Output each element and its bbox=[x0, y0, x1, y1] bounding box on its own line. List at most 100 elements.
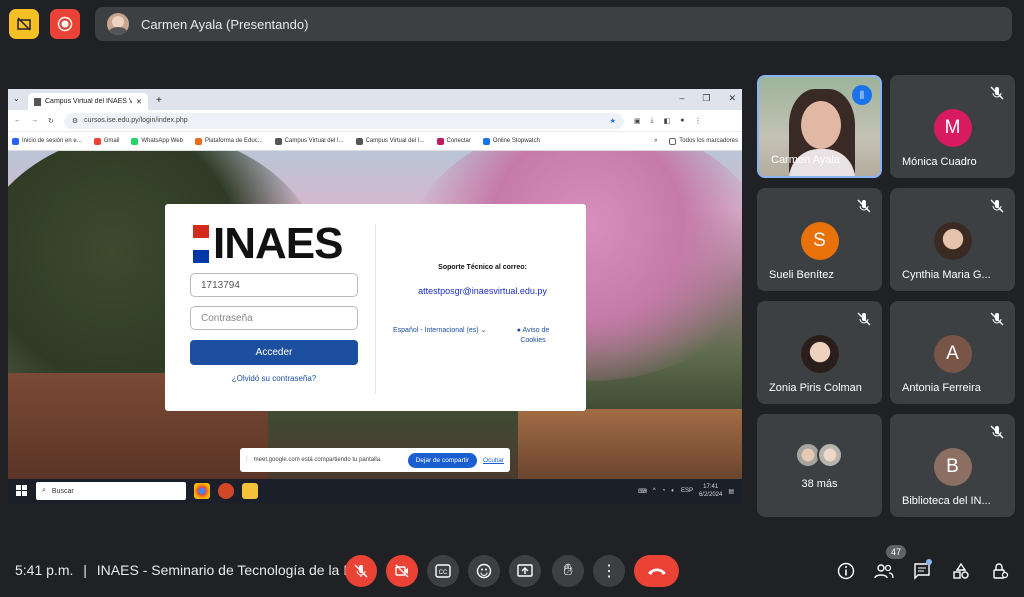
participant-tile[interactable]: A Antonia Ferreira bbox=[890, 301, 1015, 404]
more-vert-icon: ⋮ bbox=[601, 563, 617, 580]
minimize-icon[interactable]: – bbox=[679, 93, 684, 104]
reactions-button[interactable] bbox=[468, 555, 500, 587]
bookmark-item[interactable]: Conectar bbox=[436, 137, 471, 145]
participant-tile[interactable]: S Sueli Benítez bbox=[757, 188, 882, 291]
mic-off-icon bbox=[990, 199, 1004, 213]
volume-icon[interactable]: 🔈︎ bbox=[671, 488, 675, 495]
language-select[interactable]: Español - Internacional (es) ⌄ bbox=[393, 326, 486, 334]
bookmark-item[interactable]: Inicio de sesión en e... bbox=[12, 137, 82, 145]
cookies-link[interactable]: ● Aviso de Cookies bbox=[509, 326, 557, 346]
avatar-photo bbox=[933, 222, 972, 260]
recording-icon[interactable] bbox=[50, 9, 80, 39]
presenter-avatar bbox=[107, 13, 129, 35]
taskbar-search[interactable]: ⌕ Buscar bbox=[36, 482, 186, 500]
raise-hand-button[interactable]: ✋︎ bbox=[552, 555, 584, 587]
participant-tile[interactable]: B Biblioteca del IN... bbox=[890, 414, 1015, 517]
participant-name: Mónica Cuadro bbox=[902, 156, 977, 168]
keyboard-icon[interactable]: ⌨ bbox=[638, 488, 647, 495]
taskbar-clock[interactable]: 17:41 6/2/2024 bbox=[699, 483, 722, 499]
bookmark-item[interactable]: Plataforma de Educ... bbox=[194, 137, 263, 145]
mic-off-icon bbox=[857, 199, 871, 213]
bookmark-item[interactable]: WhatsApp Web bbox=[131, 137, 183, 145]
sidepanel-icon[interactable]: ◧ bbox=[664, 117, 671, 125]
participant-tile[interactable]: Cynthia Maria G... bbox=[890, 188, 1015, 291]
mic-off-button[interactable] bbox=[345, 555, 377, 587]
host-controls-icon[interactable] bbox=[990, 561, 1010, 581]
new-tab-icon[interactable]: + bbox=[156, 95, 162, 106]
browser-tab-strip: ⌄ Campus Virtual del INAES Versi ✕ + – ❐… bbox=[8, 89, 742, 110]
tab-close-icon[interactable]: ✕ bbox=[136, 98, 142, 106]
bookmark-item[interactable]: Gmail bbox=[93, 137, 119, 145]
browser-menu-icon[interactable]: ⋮ bbox=[694, 117, 701, 125]
powerpoint-app-icon[interactable] bbox=[218, 483, 234, 499]
avatar: M bbox=[933, 109, 972, 147]
participant-name: Cynthia Maria G... bbox=[902, 269, 991, 281]
more-options-button[interactable]: ⋮ bbox=[593, 555, 625, 587]
participant-tile[interactable]: Zonia Piris Colman bbox=[757, 301, 882, 404]
extensions-icon[interactable]: ▣ bbox=[634, 117, 641, 125]
bookmarks-bar: Inicio de sesión en e... Gmail WhatsApp … bbox=[8, 132, 742, 151]
logo-text: INAES bbox=[213, 219, 343, 268]
meeting-info: 5:41 p.m. | INAES - Seminario de Tecnolo… bbox=[15, 562, 359, 578]
meeting-title: INAES - Seminario de Tecnología de la I.… bbox=[96, 562, 359, 578]
file-explorer-icon[interactable] bbox=[242, 483, 258, 499]
avatar-stack bbox=[795, 442, 845, 468]
forward-icon[interactable]: → bbox=[31, 117, 38, 124]
people-icon[interactable] bbox=[874, 561, 894, 581]
network-icon[interactable]: ◔ bbox=[662, 488, 666, 494]
participant-tile-carmen[interactable]: ⫼ Carmen Ayala bbox=[757, 75, 882, 178]
site-info-icon[interactable]: ⚙ bbox=[72, 117, 78, 125]
support-email[interactable]: attestposgr@inaesvirtual.edu.py bbox=[395, 286, 570, 296]
all-bookmarks[interactable]: Todos los marcadores bbox=[669, 137, 738, 145]
bookmark-star-icon[interactable]: ★ bbox=[610, 117, 616, 125]
download-icon[interactable]: ⤓ bbox=[651, 117, 654, 125]
lang-indicator[interactable]: ESP bbox=[681, 488, 693, 494]
forgot-password-link[interactable]: ¿Olvidó su contraseña? bbox=[190, 374, 358, 383]
captions-button[interactable]: CC bbox=[427, 555, 459, 587]
info-icon: ● bbox=[516, 327, 521, 334]
hide-link[interactable]: Ocultar bbox=[483, 457, 504, 464]
profile-icon[interactable]: ● bbox=[680, 117, 684, 124]
more-participants-tile[interactable]: 38 más bbox=[757, 414, 882, 517]
stop-sharing-button[interactable]: Dejar de compartir bbox=[407, 452, 478, 468]
emoji-icon bbox=[476, 563, 492, 579]
present-button[interactable] bbox=[509, 555, 541, 587]
participant-tile[interactable]: M Mónica Cuadro bbox=[890, 75, 1015, 178]
reload-icon[interactable]: ↻ bbox=[48, 117, 54, 125]
bookmark-item[interactable]: Online Stopwatch bbox=[482, 137, 540, 145]
present-screen-icon bbox=[517, 564, 533, 577]
password-field[interactable]: Contraseña bbox=[190, 306, 358, 330]
camera-off-button[interactable] bbox=[386, 555, 418, 587]
leave-call-button[interactable] bbox=[634, 555, 679, 587]
maximize-icon[interactable]: ❐ bbox=[702, 93, 710, 104]
access-button[interactable]: Acceder bbox=[190, 340, 358, 365]
more-bookmarks-icon[interactable]: » bbox=[654, 138, 657, 144]
no-camera-share-icon[interactable] bbox=[9, 9, 39, 39]
screen-share-notice: ⁞ meet.google.com está compartiendo tu p… bbox=[240, 448, 510, 472]
drag-handle-icon[interactable]: ⁞ bbox=[246, 457, 248, 463]
notification-icon[interactable]: ▤ bbox=[728, 488, 734, 495]
presenter-label: Carmen Ayala (Presentando) bbox=[141, 16, 309, 32]
tray-expand-icon[interactable]: ^ bbox=[653, 488, 656, 494]
bookmark-item[interactable]: Campus Virtual del I... bbox=[355, 137, 425, 145]
address-row: ← → ↻ ⚙ cursos.ise.edu.py/login/index.ph… bbox=[8, 110, 742, 132]
username-field[interactable]: 1713794 bbox=[190, 273, 358, 297]
avatar: A bbox=[933, 335, 972, 373]
chat-icon[interactable] bbox=[912, 559, 932, 581]
meeting-details-icon[interactable] bbox=[836, 561, 856, 581]
login-card: INAES 1713794 Contraseña Acceder ¿Olvidó… bbox=[165, 204, 586, 411]
svg-text:CC: CC bbox=[439, 570, 448, 576]
back-icon[interactable]: ← bbox=[14, 117, 21, 124]
presenter-bar[interactable]: Carmen Ayala (Presentando) bbox=[95, 7, 1012, 41]
activities-icon[interactable] bbox=[951, 561, 971, 581]
windows-taskbar: ⌕ Buscar ⌨ ^ ◔ 🔈︎ ESP 17:41 6/2/2024 ▤ bbox=[8, 479, 742, 503]
close-window-icon[interactable]: ✕ bbox=[728, 93, 736, 104]
system-tray: ⌨ ^ ◔ 🔈︎ ESP 17:41 6/2/2024 ▤ bbox=[638, 479, 734, 503]
search-placeholder: Buscar bbox=[51, 487, 74, 495]
bookmark-item[interactable]: Campus Virtual del I... bbox=[274, 137, 344, 145]
address-bar[interactable]: ⚙ cursos.ise.edu.py/login/index.php ★ bbox=[63, 112, 624, 129]
chrome-app-icon[interactable] bbox=[194, 483, 210, 499]
browser-tab[interactable]: Campus Virtual del INAES Versi ✕ bbox=[28, 93, 148, 110]
tab-list-icon[interactable]: ⌄ bbox=[13, 94, 20, 103]
windows-start-icon[interactable] bbox=[16, 485, 27, 496]
